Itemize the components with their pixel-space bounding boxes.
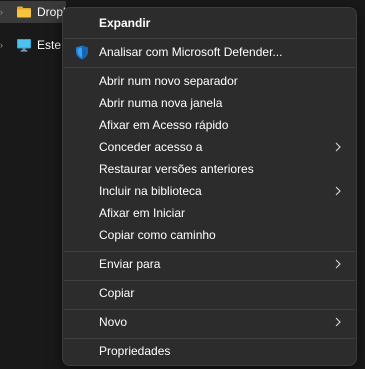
menu-item-label: Afixar em Acesso rápido [99, 118, 229, 132]
chevron-right-icon[interactable]: › [0, 40, 6, 50]
menu-item-properties[interactable]: Propriedades [67, 340, 352, 362]
menu-item-copy-as-path[interactable]: Copiar como caminho [67, 224, 352, 246]
menu-item-include-library[interactable]: Incluir na biblioteca [67, 180, 352, 202]
menu-separator [64, 338, 355, 339]
menu-item-expand[interactable]: Expandir [67, 12, 352, 34]
folder-icon [16, 4, 32, 20]
context-menu: Expandir Analisar com Microsoft Defender… [62, 7, 357, 366]
shield-icon [74, 44, 90, 60]
menu-separator [64, 309, 355, 310]
menu-separator [64, 38, 355, 39]
menu-item-open-new-tab[interactable]: Abrir num novo separador [67, 70, 352, 92]
menu-separator [64, 67, 355, 68]
menu-item-label: Enviar para [99, 257, 161, 271]
chevron-right-icon [334, 142, 342, 152]
menu-item-label: Expandir [99, 16, 151, 30]
menu-item-send-to[interactable]: Enviar para [67, 253, 352, 275]
menu-item-give-access[interactable]: Conceder acesso a [67, 136, 352, 158]
menu-separator [64, 280, 355, 281]
menu-item-label: Novo [99, 315, 128, 329]
menu-item-label: Analisar com Microsoft Defender... [99, 45, 283, 59]
chevron-right-icon [334, 186, 342, 196]
menu-item-label: Abrir num novo separador [99, 74, 238, 88]
tree-item-this-pc[interactable]: › Este PC [0, 34, 66, 56]
menu-item-label: Conceder acesso a [99, 140, 203, 154]
menu-item-pin-start[interactable]: Afixar em Iniciar [67, 202, 352, 224]
file-explorer-background: › Dropbox › Este PC Expandir [0, 0, 365, 369]
tree-item-dropbox[interactable]: › Dropbox [0, 1, 66, 23]
menu-item-label: Copiar [99, 286, 135, 300]
menu-item-label: Incluir na biblioteca [99, 184, 202, 198]
menu-item-copy[interactable]: Copiar [67, 282, 352, 304]
chevron-right-icon [334, 259, 342, 269]
menu-item-label: Abrir numa nova janela [99, 96, 223, 110]
menu-item-restore-versions[interactable]: Restaurar versões anteriores [67, 158, 352, 180]
menu-item-defender-scan[interactable]: Analisar com Microsoft Defender... [67, 41, 352, 63]
chevron-right-icon[interactable]: › [0, 7, 6, 17]
menu-item-open-new-window[interactable]: Abrir numa nova janela [67, 92, 352, 114]
menu-separator [64, 251, 355, 252]
tree-item-label: Dropbox [37, 5, 65, 19]
chevron-right-icon [334, 317, 342, 327]
menu-item-label: Restaurar versões anteriores [99, 162, 254, 176]
menu-item-new[interactable]: Novo [67, 311, 352, 333]
menu-item-label: Copiar como caminho [99, 228, 216, 242]
menu-item-pin-quick-access[interactable]: Afixar em Acesso rápido [67, 114, 352, 136]
monitor-icon [16, 37, 32, 53]
menu-item-label: Afixar em Iniciar [99, 206, 186, 220]
tree-item-label: Este PC [37, 38, 65, 52]
menu-item-label: Propriedades [99, 344, 171, 358]
